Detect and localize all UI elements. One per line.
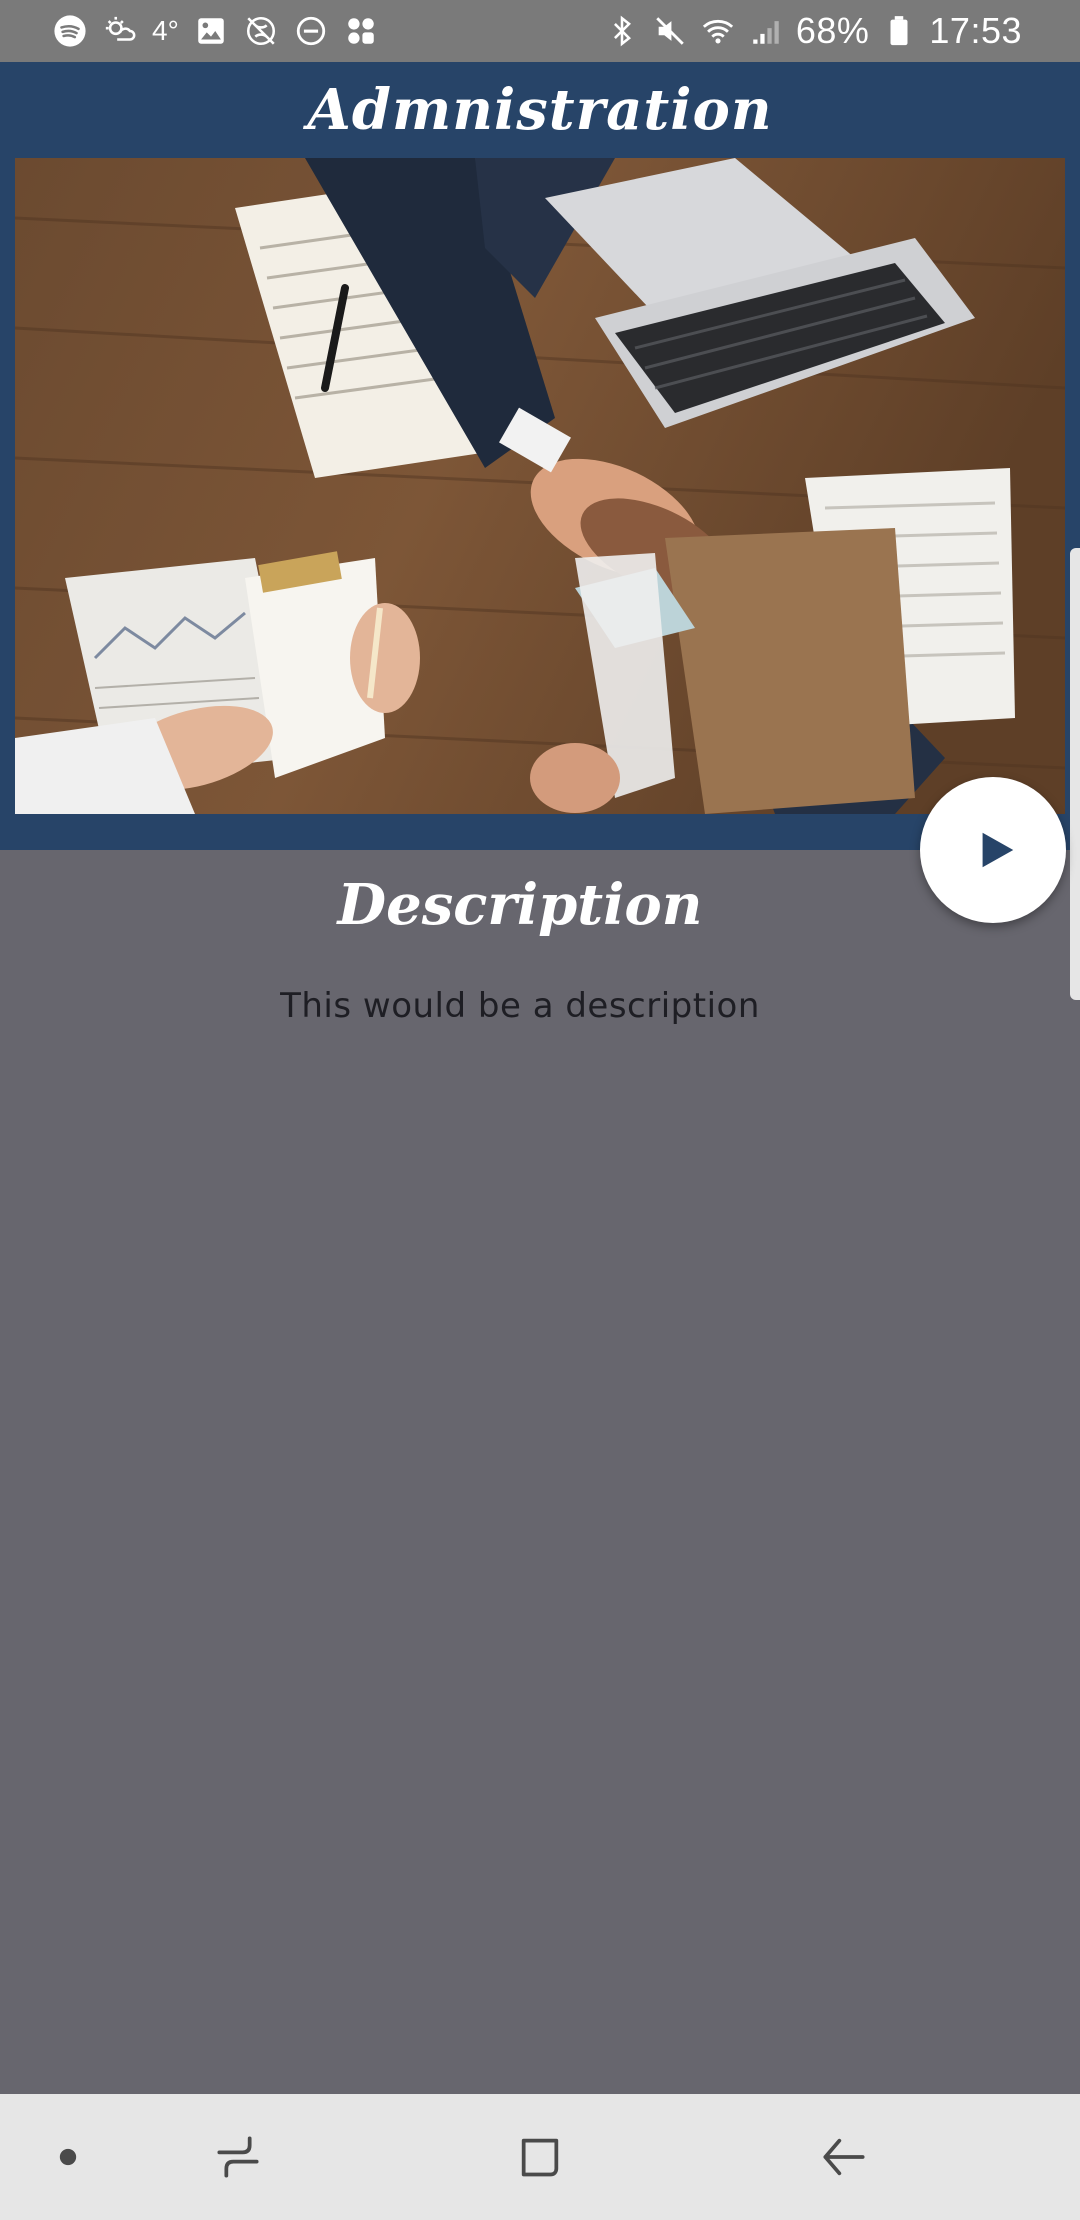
bluetooth-icon (604, 13, 640, 49)
recent-apps-button[interactable] (178, 2094, 298, 2220)
spotify-icon (52, 13, 88, 49)
status-right-icons: 68% 17:53 (604, 0, 1022, 62)
business-handshake-photo (15, 158, 1065, 814)
weather-icon (102, 13, 138, 49)
clock-text: 17:53 (929, 10, 1022, 51)
recent-apps-icon (217, 2136, 259, 2178)
scroll-handle[interactable] (1070, 548, 1080, 1000)
dot-icon (59, 2148, 77, 2166)
do-not-disturb-icon (293, 13, 329, 49)
battery-icon (881, 13, 917, 49)
signal-icon (748, 13, 784, 49)
wifi-icon (700, 13, 736, 49)
nav-dot-button[interactable] (8, 2094, 128, 2220)
hero-image (15, 158, 1065, 814)
back-icon (823, 2138, 865, 2176)
back-button[interactable] (784, 2094, 904, 2220)
temperature-text: 4° (152, 15, 179, 46)
app-shortcut-icon (343, 13, 379, 49)
status-left-icons: 4° (52, 0, 379, 62)
battery-percent-text: 68% (795, 10, 870, 51)
status-bar: 4° 68% 17:53 (0, 0, 1080, 62)
home-icon (521, 2138, 559, 2177)
mute-icon (652, 13, 688, 49)
no-location-icon (243, 13, 279, 49)
home-button[interactable] (480, 2094, 600, 2220)
hero-band (0, 158, 1080, 850)
app-header: Admnistration (0, 62, 1080, 158)
image-icon (193, 13, 229, 49)
section-heading: Description (337, 872, 703, 938)
description-text: This would be a description (280, 986, 760, 1026)
play-icon (982, 832, 1014, 868)
navigation-bar (0, 2094, 1080, 2220)
page-title: Admnistration (307, 77, 773, 143)
